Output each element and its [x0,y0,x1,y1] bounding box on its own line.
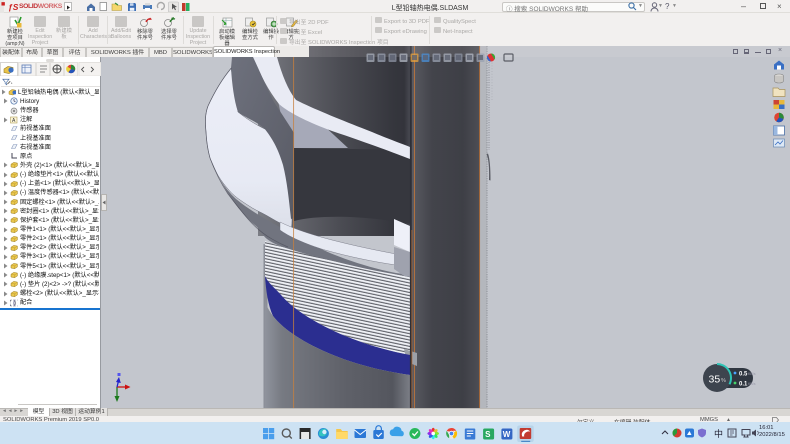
svg-text:0.5: 0.5 [739,372,748,378]
svg-text:S: S [485,430,491,439]
svg-text:0.1: 0.1 [739,382,748,388]
svg-text:35: 35 [709,374,721,386]
svg-text:中: 中 [714,428,723,439]
svg-text:%: % [721,378,726,384]
svg-text:KB/s: KB/s [748,372,756,376]
svg-text:KB/s: KB/s [748,382,756,386]
svg-text:W: W [503,430,511,439]
